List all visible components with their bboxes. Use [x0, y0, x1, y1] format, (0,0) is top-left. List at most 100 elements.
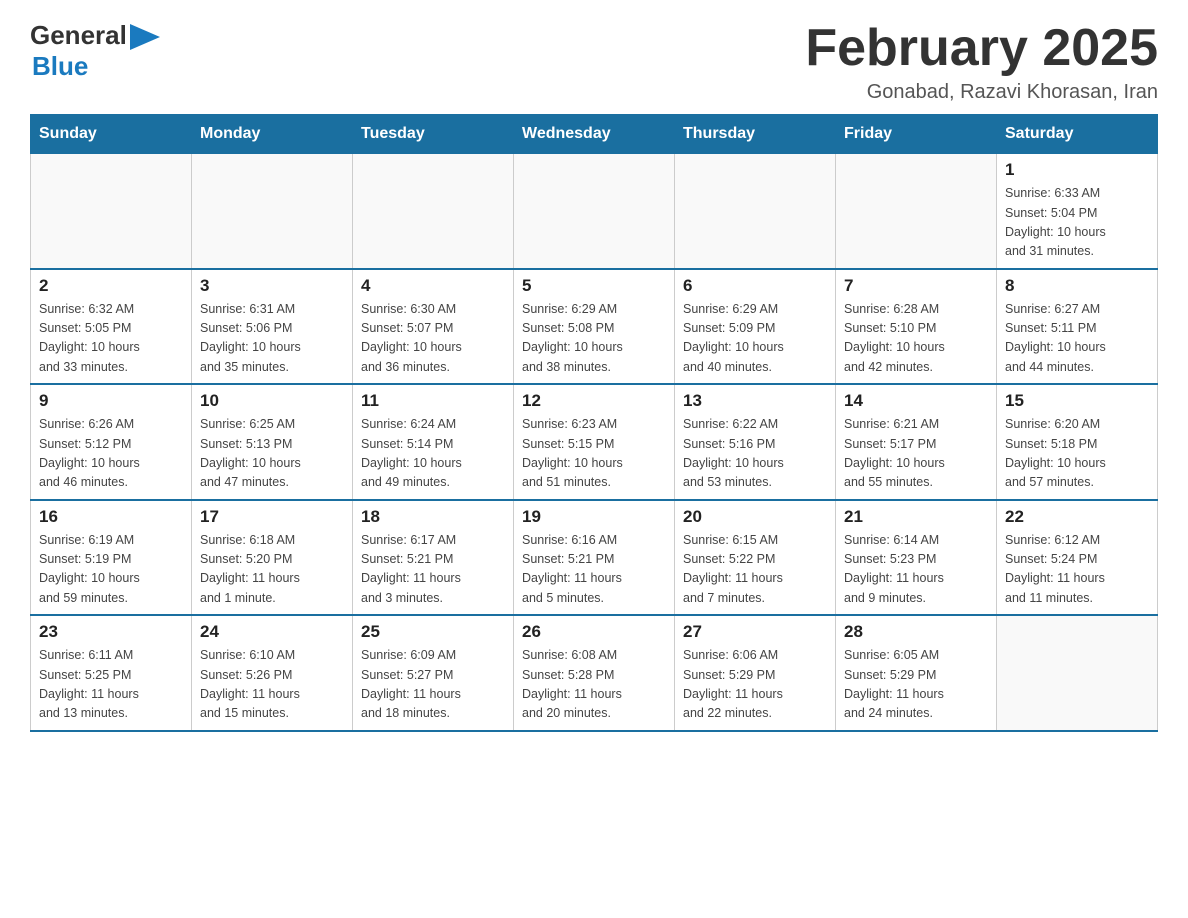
calendar-cell: 9 Sunrise: 6:26 AM Sunset: 5:12 PM Daylig… [31, 384, 192, 500]
day-info: Sunrise: 6:14 AM Sunset: 5:23 PM Dayligh… [844, 531, 988, 609]
day-info: Sunrise: 6:12 AM Sunset: 5:24 PM Dayligh… [1005, 531, 1149, 609]
day-number: 27 [683, 622, 827, 642]
calendar-cell: 5 Sunrise: 6:29 AM Sunset: 5:08 PM Daylig… [514, 269, 675, 385]
day-number: 13 [683, 391, 827, 411]
day-number: 5 [522, 276, 666, 296]
calendar-cell: 23 Sunrise: 6:11 AM Sunset: 5:25 PM Dayli… [31, 615, 192, 731]
day-number: 18 [361, 507, 505, 527]
day-number: 8 [1005, 276, 1149, 296]
day-info: Sunrise: 6:08 AM Sunset: 5:28 PM Dayligh… [522, 646, 666, 724]
day-info: Sunrise: 6:29 AM Sunset: 5:09 PM Dayligh… [683, 300, 827, 378]
day-number: 24 [200, 622, 344, 642]
weekday-header-wednesday: Wednesday [514, 115, 675, 154]
day-number: 21 [844, 507, 988, 527]
calendar-cell: 4Sunrise: 6:30 AM Sunset: 5:07 PM Daylig… [353, 269, 514, 385]
weekday-header-saturday: Saturday [997, 115, 1158, 154]
day-number: 14 [844, 391, 988, 411]
calendar-cell: 22 Sunrise: 6:12 AM Sunset: 5:24 PM Dayli… [997, 500, 1158, 616]
logo-general-text: General [30, 20, 127, 51]
day-number: 9 [39, 391, 183, 411]
day-info: Sunrise: 6:11 AM Sunset: 5:25 PM Dayligh… [39, 646, 183, 724]
calendar-cell: 6 Sunrise: 6:29 AM Sunset: 5:09 PM Daylig… [675, 269, 836, 385]
calendar-cell: 1Sunrise: 6:33 AM Sunset: 5:04 PM Daylig… [997, 154, 1158, 269]
logo-blue-text: Blue [32, 51, 88, 82]
day-number: 6 [683, 276, 827, 296]
weekday-header-row: SundayMondayTuesdayWednesdayThursdayFrid… [31, 115, 1158, 154]
day-number: 11 [361, 391, 505, 411]
day-info: Sunrise: 6:15 AM Sunset: 5:22 PM Dayligh… [683, 531, 827, 609]
day-number: 25 [361, 622, 505, 642]
calendar-cell: 25Sunrise: 6:09 AM Sunset: 5:27 PM Dayli… [353, 615, 514, 731]
day-number: 16 [39, 507, 183, 527]
day-info: Sunrise: 6:31 AM Sunset: 5:06 PM Dayligh… [200, 300, 344, 378]
day-info: Sunrise: 6:33 AM Sunset: 5:04 PM Dayligh… [1005, 184, 1149, 262]
calendar-cell: 10Sunrise: 6:25 AM Sunset: 5:13 PM Dayli… [192, 384, 353, 500]
calendar-cell: 13Sunrise: 6:22 AM Sunset: 5:16 PM Dayli… [675, 384, 836, 500]
logo-arrow-icon [130, 24, 160, 50]
calendar-cell: 11 Sunrise: 6:24 AM Sunset: 5:14 PM Dayli… [353, 384, 514, 500]
day-number: 20 [683, 507, 827, 527]
weekday-header-monday: Monday [192, 115, 353, 154]
calendar-cell [675, 154, 836, 269]
calendar-week-2: 2Sunrise: 6:32 AM Sunset: 5:05 PM Daylig… [31, 269, 1158, 385]
calendar-week-3: 9 Sunrise: 6:26 AM Sunset: 5:12 PM Daylig… [31, 384, 1158, 500]
day-info: Sunrise: 6:05 AM Sunset: 5:29 PM Dayligh… [844, 646, 988, 724]
day-number: 23 [39, 622, 183, 642]
day-info: Sunrise: 6:20 AM Sunset: 5:18 PM Dayligh… [1005, 415, 1149, 493]
calendar-cell: 27 Sunrise: 6:06 AM Sunset: 5:29 PM Dayli… [675, 615, 836, 731]
day-number: 2 [39, 276, 183, 296]
calendar-cell [31, 154, 192, 269]
calendar-cell: 16 Sunrise: 6:19 AM Sunset: 5:19 PM Dayli… [31, 500, 192, 616]
day-info: Sunrise: 6:26 AM Sunset: 5:12 PM Dayligh… [39, 415, 183, 493]
calendar-week-1: 1Sunrise: 6:33 AM Sunset: 5:04 PM Daylig… [31, 154, 1158, 269]
calendar-cell: 26 Sunrise: 6:08 AM Sunset: 5:28 PM Dayli… [514, 615, 675, 731]
day-info: Sunrise: 6:18 AM Sunset: 5:20 PM Dayligh… [200, 531, 344, 609]
calendar-cell: 12 Sunrise: 6:23 AM Sunset: 5:15 PM Dayli… [514, 384, 675, 500]
calendar-cell: 14 Sunrise: 6:21 AM Sunset: 5:17 PM Dayli… [836, 384, 997, 500]
calendar-cell [514, 154, 675, 269]
day-info: Sunrise: 6:06 AM Sunset: 5:29 PM Dayligh… [683, 646, 827, 724]
day-info: Sunrise: 6:17 AM Sunset: 5:21 PM Dayligh… [361, 531, 505, 609]
logo: General Blue [30, 20, 160, 82]
calendar-cell: 3 Sunrise: 6:31 AM Sunset: 5:06 PM Daylig… [192, 269, 353, 385]
calendar-cell: 21 Sunrise: 6:14 AM Sunset: 5:23 PM Dayli… [836, 500, 997, 616]
day-info: Sunrise: 6:21 AM Sunset: 5:17 PM Dayligh… [844, 415, 988, 493]
calendar-cell [836, 154, 997, 269]
day-info: Sunrise: 6:19 AM Sunset: 5:19 PM Dayligh… [39, 531, 183, 609]
calendar-cell: 7 Sunrise: 6:28 AM Sunset: 5:10 PM Daylig… [836, 269, 997, 385]
day-number: 26 [522, 622, 666, 642]
weekday-header-thursday: Thursday [675, 115, 836, 154]
calendar-cell: 28 Sunrise: 6:05 AM Sunset: 5:29 PM Dayli… [836, 615, 997, 731]
calendar-title: February 2025 [805, 20, 1158, 77]
calendar-cell [353, 154, 514, 269]
day-info: Sunrise: 6:10 AM Sunset: 5:26 PM Dayligh… [200, 646, 344, 724]
calendar-header: SundayMondayTuesdayWednesdayThursdayFrid… [31, 115, 1158, 154]
weekday-header-tuesday: Tuesday [353, 115, 514, 154]
day-number: 22 [1005, 507, 1149, 527]
calendar-body: 1Sunrise: 6:33 AM Sunset: 5:04 PM Daylig… [31, 154, 1158, 731]
day-number: 7 [844, 276, 988, 296]
calendar-cell: 24 Sunrise: 6:10 AM Sunset: 5:26 PM Dayli… [192, 615, 353, 731]
day-number: 10 [200, 391, 344, 411]
calendar-cell: 8Sunrise: 6:27 AM Sunset: 5:11 PM Daylig… [997, 269, 1158, 385]
day-number: 12 [522, 391, 666, 411]
day-number: 3 [200, 276, 344, 296]
page-header: General Blue February 2025 Gonabad, Raza… [30, 20, 1158, 104]
calendar-table: SundayMondayTuesdayWednesdayThursdayFrid… [30, 114, 1158, 732]
calendar-cell: 17 Sunrise: 6:18 AM Sunset: 5:20 PM Dayli… [192, 500, 353, 616]
day-info: Sunrise: 6:16 AM Sunset: 5:21 PM Dayligh… [522, 531, 666, 609]
day-number: 19 [522, 507, 666, 527]
calendar-cell [997, 615, 1158, 731]
calendar-week-4: 16 Sunrise: 6:19 AM Sunset: 5:19 PM Dayli… [31, 500, 1158, 616]
day-info: Sunrise: 6:30 AM Sunset: 5:07 PM Dayligh… [361, 300, 505, 378]
day-info: Sunrise: 6:28 AM Sunset: 5:10 PM Dayligh… [844, 300, 988, 378]
day-number: 17 [200, 507, 344, 527]
day-number: 28 [844, 622, 988, 642]
day-info: Sunrise: 6:23 AM Sunset: 5:15 PM Dayligh… [522, 415, 666, 493]
calendar-week-5: 23 Sunrise: 6:11 AM Sunset: 5:25 PM Dayli… [31, 615, 1158, 731]
day-number: 15 [1005, 391, 1149, 411]
day-info: Sunrise: 6:24 AM Sunset: 5:14 PM Dayligh… [361, 415, 505, 493]
calendar-cell: 2Sunrise: 6:32 AM Sunset: 5:05 PM Daylig… [31, 269, 192, 385]
calendar-subtitle: Gonabad, Razavi Khorasan, Iran [805, 81, 1158, 104]
day-info: Sunrise: 6:29 AM Sunset: 5:08 PM Dayligh… [522, 300, 666, 378]
